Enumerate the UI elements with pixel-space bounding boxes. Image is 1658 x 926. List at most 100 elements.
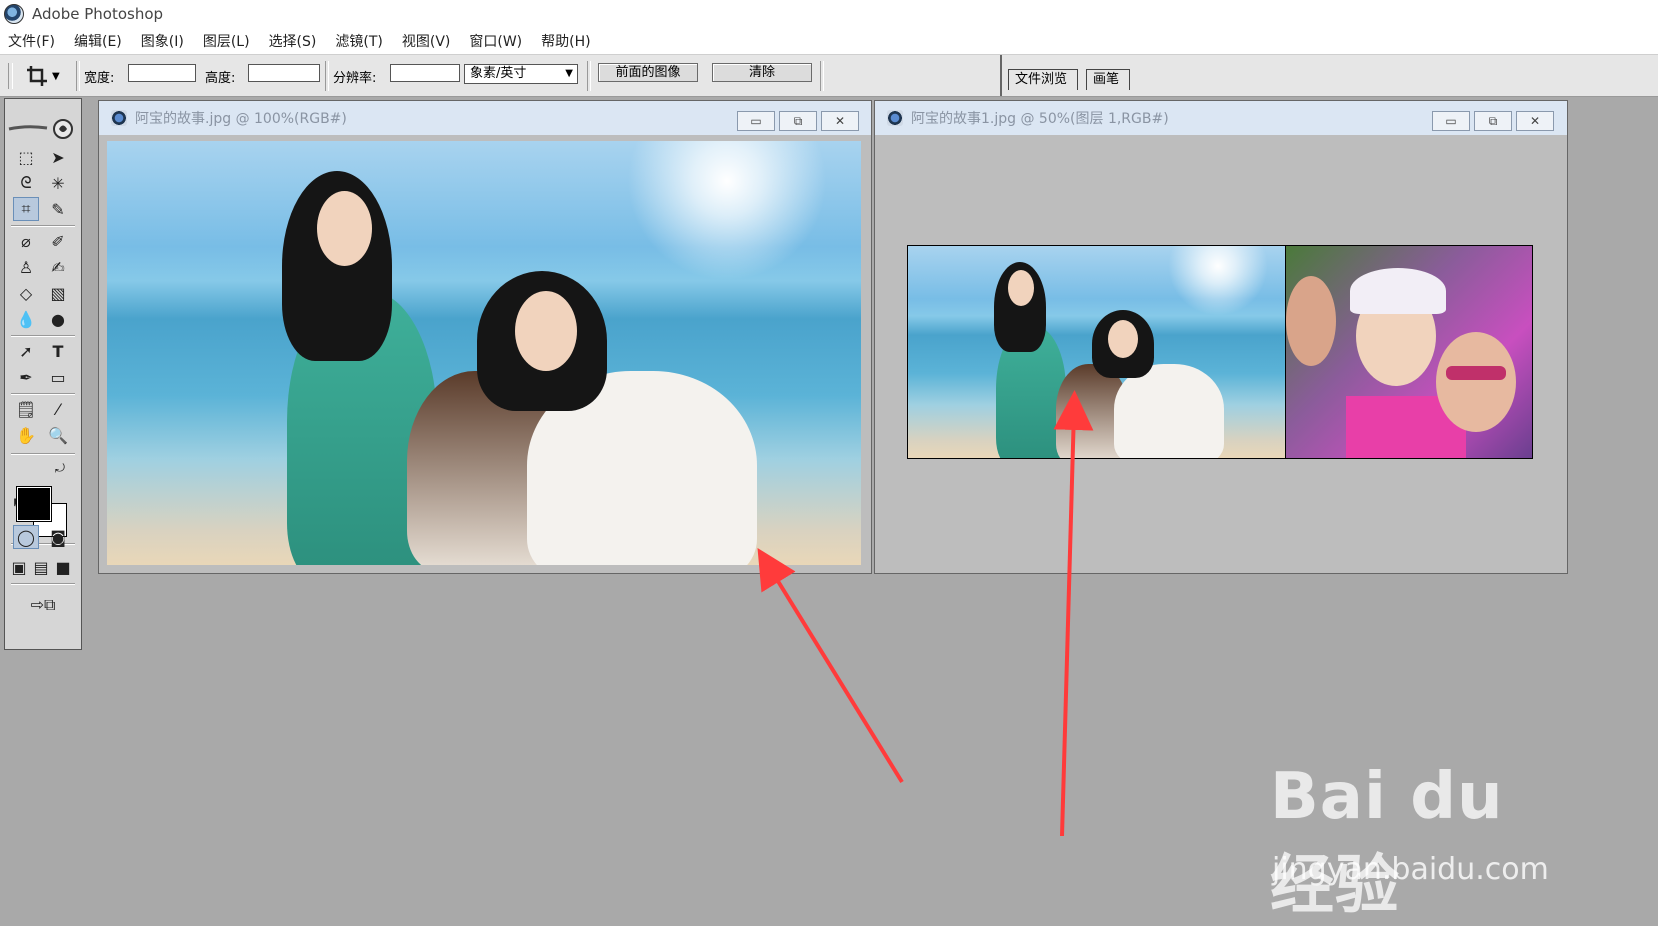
document-window-1: 阿宝的故事.jpg @ 100%(RGB#) ▭ ⧉ ✕ xyxy=(98,100,872,574)
magic-wand-tool-icon[interactable]: ✳ xyxy=(45,171,71,195)
full-screen-mode-icon[interactable]: ■ xyxy=(53,555,73,579)
composite-photo-beach[interactable] xyxy=(907,245,1287,459)
close-icon: ✕ xyxy=(834,114,846,128)
options-divider xyxy=(76,61,80,91)
toolbox-divider xyxy=(11,583,75,585)
toolbox-divider xyxy=(11,335,75,337)
watermark-url: jingyan.baidu.com xyxy=(1272,852,1549,887)
rectangle-shape-tool-icon[interactable]: ▭ xyxy=(45,365,71,389)
crop-tool-icon[interactable]: ⌗ xyxy=(13,197,39,221)
document-1-titlebar[interactable]: 阿宝的故事.jpg @ 100%(RGB#) ▭ ⧉ ✕ xyxy=(99,101,871,135)
document-2-titlebar[interactable]: 阿宝的故事1.jpg @ 50%(图层 1,RGB#) ▭ ⧉ ✕ xyxy=(875,101,1567,135)
resolution-input[interactable] xyxy=(390,64,460,82)
options-divider xyxy=(587,61,591,91)
eyedropper-tool-icon[interactable]: ⁄ xyxy=(45,397,71,421)
clone-stamp-tool-icon[interactable]: ♙ xyxy=(13,255,39,279)
menu-bar: 文件(F) 编辑(E) 图象(I) 图层(L) 选择(S) 滤镜(T) 视图(V… xyxy=(0,28,1658,55)
menu-layer[interactable]: 图层(L) xyxy=(195,31,258,51)
woman-right-face xyxy=(1108,320,1138,358)
standard-screen-mode-icon[interactable]: ▣ xyxy=(9,555,29,579)
menu-filter[interactable]: 滤镜(T) xyxy=(327,31,390,51)
move-tool-icon[interactable]: ➤ xyxy=(45,145,71,169)
minimize-icon: ▭ xyxy=(750,114,762,128)
toolbox-header-logo[interactable] xyxy=(7,117,79,139)
minimize-button[interactable]: ▭ xyxy=(737,111,775,131)
full-screen-menu-mode-icon[interactable]: ▤ xyxy=(31,555,51,579)
close-button[interactable]: ✕ xyxy=(1516,111,1554,131)
menu-view[interactable]: 视图(V) xyxy=(394,31,459,51)
document-icon xyxy=(111,110,127,126)
composite-photo-group[interactable] xyxy=(1285,245,1533,459)
resolution-unit-select[interactable]: 象素/英寸 ▼ xyxy=(464,64,578,84)
options-bar: ▼ 宽度: 高度: 分辨率: 象素/英寸 ▼ 前面的图像 清除 文件浏览 画笔 xyxy=(0,55,1658,97)
menu-help[interactable]: 帮助(H) xyxy=(533,31,598,51)
baidu-jingyan-watermark: Bai du 经验 jingyan.baidu.com xyxy=(1270,760,1570,923)
menu-window[interactable]: 窗口(W) xyxy=(461,31,530,51)
feather-logo-icon xyxy=(8,119,73,139)
chevron-down-icon: ▼ xyxy=(52,70,60,82)
toolbox-divider xyxy=(11,225,75,227)
blur-tool-icon[interactable]: 💧 xyxy=(13,307,39,331)
document-window-2: 阿宝的故事1.jpg @ 50%(图层 1,RGB#) ▭ ⧉ ✕ xyxy=(874,100,1568,574)
close-button[interactable]: ✕ xyxy=(821,111,859,131)
crop-tool-preset-picker[interactable]: ▼ xyxy=(26,65,66,87)
options-divider xyxy=(325,61,329,91)
maximize-button[interactable]: ⧉ xyxy=(1474,111,1512,131)
man-left-face xyxy=(1286,276,1336,366)
rectangular-marquee-tool-icon[interactable]: ⬚ xyxy=(13,145,39,169)
path-selection-tool-icon[interactable]: ➚ xyxy=(13,339,39,363)
height-label: 高度: xyxy=(205,71,236,86)
hand-tool-icon[interactable]: ✋ xyxy=(13,423,39,447)
woman-sunglasses-face xyxy=(1436,332,1516,432)
swap-colors-icon[interactable]: ⤾ xyxy=(51,459,69,477)
photoshop-app-icon xyxy=(4,4,24,24)
foreground-color-swatch[interactable] xyxy=(17,487,51,521)
menu-image[interactable]: 图象(I) xyxy=(133,31,192,51)
jump-to-imageready-icon[interactable]: ⇨⧉ xyxy=(15,593,71,617)
width-input[interactable] xyxy=(128,64,196,82)
standard-mode-icon[interactable]: ◯ xyxy=(13,525,39,549)
pen-tool-icon[interactable]: ✒ xyxy=(13,365,39,389)
close-icon: ✕ xyxy=(1529,114,1541,128)
document-icon xyxy=(887,110,903,126)
history-brush-tool-icon[interactable]: ✍ xyxy=(45,255,71,279)
palette-tab-file-browser[interactable]: 文件浏览 xyxy=(1008,69,1079,90)
options-bar-grip[interactable] xyxy=(8,63,13,89)
clear-button[interactable]: 清除 xyxy=(712,63,812,82)
type-tool-icon[interactable]: T xyxy=(45,339,71,363)
eraser-tool-icon[interactable]: ◇ xyxy=(13,281,39,305)
gradient-tool-icon[interactable]: ▧ xyxy=(45,281,71,305)
sun-glare xyxy=(1168,246,1268,316)
canvas-photo-beach[interactable] xyxy=(107,141,861,565)
slice-tool-icon[interactable]: ✎ xyxy=(45,197,71,221)
healing-brush-tool-icon[interactable]: ⌀ xyxy=(13,229,39,253)
dodge-tool-icon[interactable]: ● xyxy=(45,307,71,331)
menu-select[interactable]: 选择(S) xyxy=(261,31,325,51)
height-input[interactable] xyxy=(248,64,320,82)
zoom-tool-icon[interactable]: 🔍 xyxy=(45,423,71,447)
minimize-button[interactable]: ▭ xyxy=(1432,111,1470,131)
menu-edit[interactable]: 编辑(E) xyxy=(66,31,130,51)
white-cap xyxy=(1350,268,1446,314)
front-image-button[interactable]: 前面的图像 xyxy=(598,63,698,82)
palette-tab-brushes[interactable]: 画笔 xyxy=(1086,69,1131,90)
width-label: 宽度: xyxy=(84,71,115,86)
menu-file[interactable]: 文件(F) xyxy=(0,31,63,51)
maximize-button[interactable]: ⧉ xyxy=(779,111,817,131)
crop-icon xyxy=(27,66,47,86)
toolbox-divider xyxy=(11,393,75,395)
notes-tool-icon[interactable]: 🗒 xyxy=(13,397,39,421)
woman-right-face xyxy=(515,291,577,371)
options-divider xyxy=(820,61,824,91)
quick-mask-mode-icon[interactable]: ◙ xyxy=(45,525,71,549)
arrow-to-document-1 xyxy=(757,547,904,784)
palette-well: 文件浏览 画笔 xyxy=(1000,55,1658,96)
app-title: Adobe Photoshop xyxy=(32,5,164,23)
resolution-unit-value: 象素/英寸 xyxy=(470,66,527,81)
brush-tool-icon[interactable]: ✐ xyxy=(45,229,71,253)
lasso-tool-icon[interactable]: ᘓ xyxy=(13,171,39,195)
document-2-canvas-area xyxy=(883,141,1561,565)
woman-left-face xyxy=(317,191,372,266)
document-1-title: 阿宝的故事.jpg @ 100%(RGB#) xyxy=(135,111,347,127)
maximize-icon: ⧉ xyxy=(1488,113,1498,128)
